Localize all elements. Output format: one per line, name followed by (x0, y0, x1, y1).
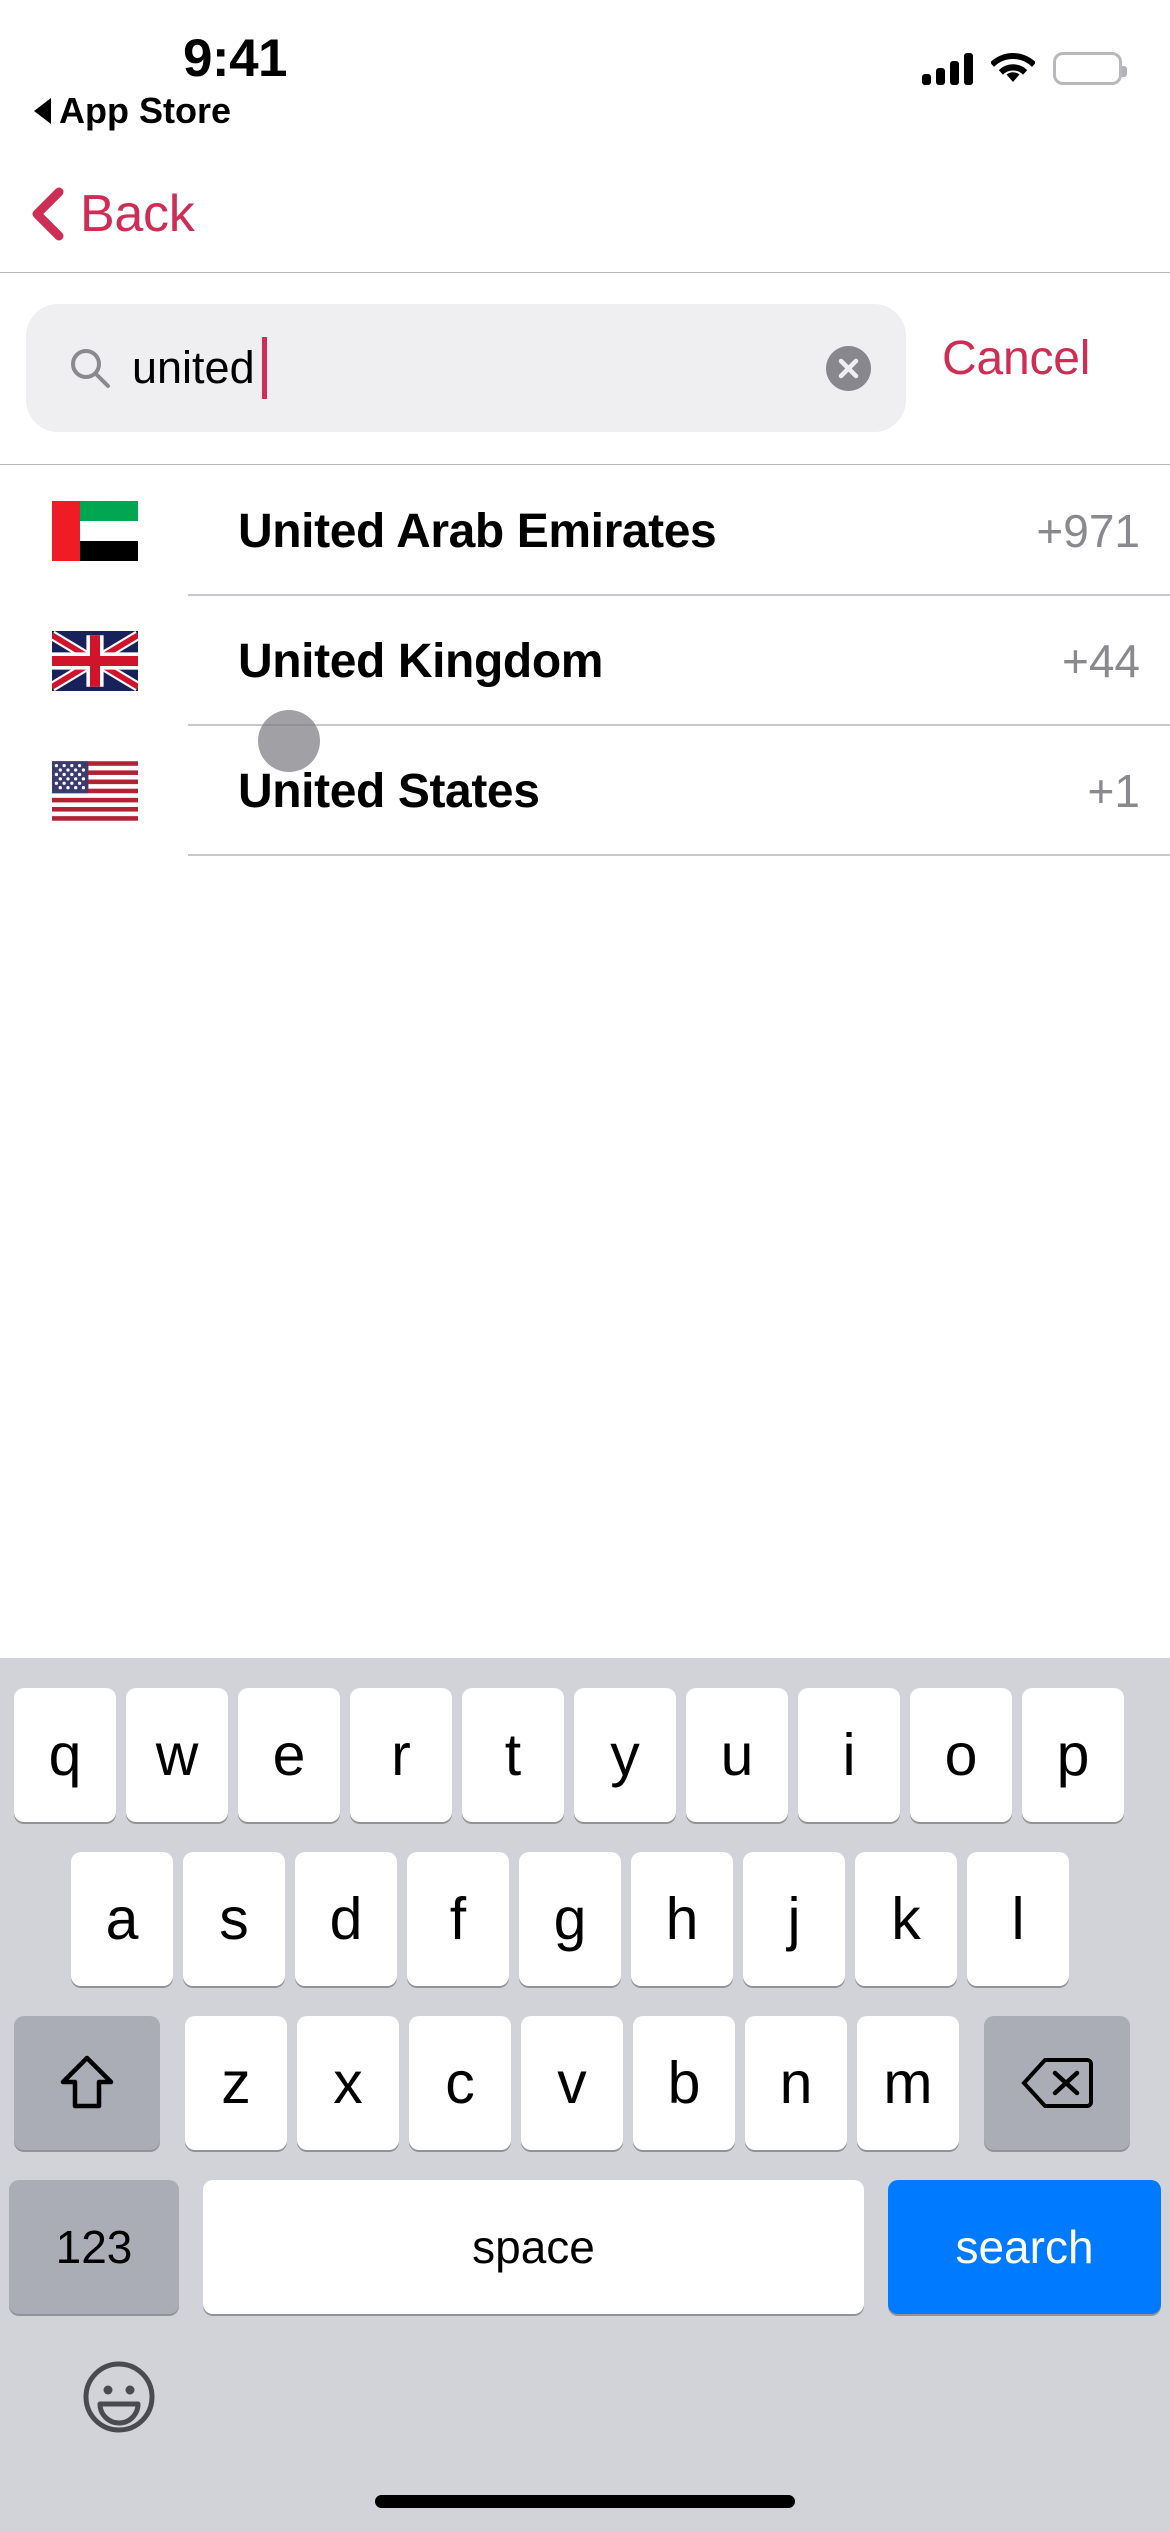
text-cursor (262, 337, 267, 399)
key-r[interactable]: r (350, 1688, 452, 1822)
key-u[interactable]: u (686, 1688, 788, 1822)
triangle-left-icon (34, 98, 51, 124)
on-screen-keyboard: q w e r t y u i o p a s d f g h j k l z … (0, 1658, 1170, 2532)
key-n[interactable]: n (745, 2016, 847, 2150)
key-t[interactable]: t (462, 1688, 564, 1822)
key-x[interactable]: x (297, 2016, 399, 2150)
country-name: United Kingdom (238, 634, 604, 688)
country-dial-code: +971 (1036, 505, 1140, 557)
key-d[interactable]: d (295, 1852, 397, 1986)
key-f[interactable]: f (407, 1852, 509, 1986)
key-g[interactable]: g (519, 1852, 621, 1986)
key-q[interactable]: q (14, 1688, 116, 1822)
country-list: United Arab Emirates +971 United Kingdom… (0, 466, 1170, 856)
key-l[interactable]: l (967, 1852, 1069, 1986)
wifi-icon (990, 52, 1036, 85)
back-to-app-label: App Store (59, 90, 232, 131)
magnifying-glass-icon (71, 349, 110, 388)
search-key[interactable]: search (888, 2180, 1161, 2314)
backspace-key-icon (1021, 2058, 1093, 2108)
key-c[interactable]: c (409, 2016, 511, 2150)
country-dial-code: +1 (1087, 765, 1140, 817)
key-a[interactable]: a (71, 1852, 173, 1986)
key-y[interactable]: y (574, 1688, 676, 1822)
emoji-key[interactable] (80, 2358, 158, 2436)
cellular-signal-icon (922, 52, 973, 85)
status-bar-time: 9:41 (182, 29, 288, 88)
list-item[interactable]: United Kingdom +44 (0, 596, 1170, 726)
us-flag-icon (52, 761, 138, 821)
status-bar: 9:41 App Store (0, 0, 1170, 160)
clear-circle-icon (838, 358, 859, 379)
key-v[interactable]: v (521, 2016, 623, 2150)
backspace-key[interactable] (984, 2016, 1130, 2150)
keyboard-row-3: z x c v b n m (0, 2016, 1170, 2150)
numbers-key[interactable]: 123 (9, 2180, 179, 2314)
back-button[interactable]: Back (30, 174, 210, 254)
key-k[interactable]: k (855, 1852, 957, 1986)
keyboard-row-1: q w e r t y u i o p (0, 1688, 1170, 1822)
key-h[interactable]: h (631, 1852, 733, 1986)
shift-key[interactable] (14, 2016, 160, 2150)
list-item[interactable]: United Arab Emirates +971 (0, 466, 1170, 596)
back-button-label: Back (80, 185, 195, 243)
country-name: United Arab Emirates (238, 504, 717, 558)
navigation-bar: Back (0, 160, 1170, 273)
keyboard-row-2: a s d f g h j k l (0, 1852, 1170, 1986)
status-bar-indicators (922, 52, 1127, 85)
emoji-key-icon (83, 2361, 155, 2433)
cancel-button[interactable]: Cancel (942, 331, 1090, 386)
key-w[interactable]: w (126, 1688, 228, 1822)
back-to-app-store-button[interactable]: App Store (34, 90, 231, 132)
shift-key-icon (60, 2055, 114, 2109)
key-i[interactable]: i (798, 1688, 900, 1822)
list-item[interactable]: United States +1 (0, 710, 1170, 856)
key-o[interactable]: o (910, 1688, 1012, 1822)
key-s[interactable]: s (183, 1852, 285, 1986)
phone-screen: 9:41 App Store Back united Cancel United… (0, 0, 1170, 2532)
keyboard-row-4: 123 space search (0, 2180, 1170, 2314)
ae-flag-icon (52, 501, 138, 561)
key-b[interactable]: b (633, 2016, 735, 2150)
key-m[interactable]: m (857, 2016, 959, 2150)
key-j[interactable]: j (743, 1852, 845, 1986)
search-input[interactable]: united (26, 304, 906, 432)
space-key[interactable]: space (203, 2180, 864, 2314)
key-z[interactable]: z (185, 2016, 287, 2150)
key-p[interactable]: p (1022, 1688, 1124, 1822)
key-e[interactable]: e (238, 1688, 340, 1822)
search-bar-container: united Cancel (0, 273, 1170, 465)
country-name: United States (238, 764, 540, 818)
battery-full-icon (1053, 52, 1127, 85)
search-input-value: united (132, 342, 255, 393)
chevron-left-icon (32, 187, 64, 241)
home-indicator (375, 2495, 795, 2508)
country-dial-code: +44 (1061, 635, 1140, 687)
gb-flag-icon (52, 631, 138, 691)
clear-search-button[interactable] (826, 346, 871, 391)
row-separator (188, 854, 1170, 856)
